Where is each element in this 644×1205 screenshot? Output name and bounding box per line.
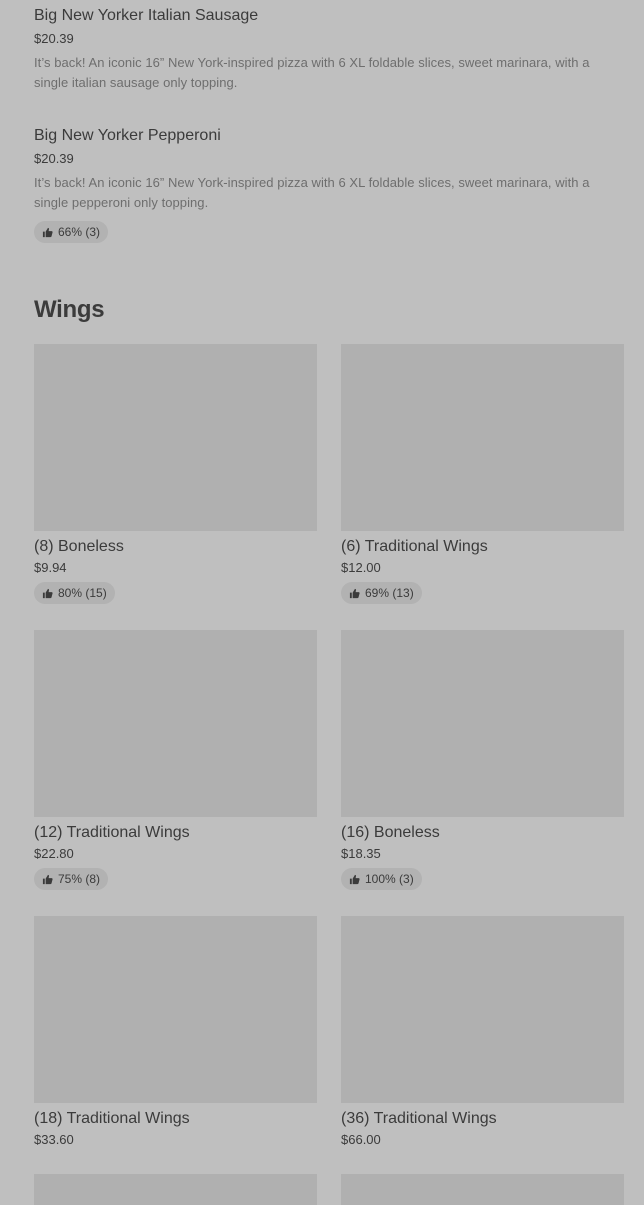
- rating-text: 80% (15): [58, 586, 107, 600]
- menu-card[interactable]: (12) Traditional Wings $22.80 75% (8): [34, 630, 317, 890]
- item-image: [341, 1174, 624, 1205]
- menu-card[interactable]: (16) Boneless $18.35 100% (3): [341, 630, 624, 890]
- rating-text: 69% (13): [365, 586, 414, 600]
- rating-badge: 75% (8): [34, 868, 109, 890]
- item-image: [341, 916, 624, 1103]
- menu-card[interactable]: (8) Boneless $9.94 80% (15): [34, 344, 317, 604]
- rating-text: 66% (3): [58, 225, 101, 239]
- item-name: (16) Boneless: [341, 824, 440, 841]
- menu-card[interactable]: (18) Traditional Wings $33.60: [34, 916, 317, 1148]
- menu-item[interactable]: Big New Yorker Italian Sausage $20.39 It…: [34, 6, 614, 93]
- item-name: (18) Traditional Wings: [34, 1110, 190, 1127]
- thumbs-up-icon: [42, 227, 53, 237]
- rating-badge: 69% (13): [341, 582, 422, 604]
- item-image: [34, 916, 317, 1103]
- rating-text: 100% (3): [365, 872, 414, 886]
- item-price: $9.94: [34, 560, 67, 575]
- thumbs-up-icon: [349, 874, 360, 884]
- menu-card[interactable]: (36) Traditional Wings $66.00: [341, 916, 624, 1148]
- item-price: $18.35: [341, 846, 381, 861]
- item-image: [34, 1174, 317, 1205]
- thumbs-up-icon: [349, 588, 360, 598]
- section-title: Wings: [34, 296, 105, 323]
- menu-card[interactable]: (6) Traditional Wings $12.00 69% (13): [341, 344, 624, 604]
- item-price: $20.39: [34, 151, 74, 166]
- item-price: $66.00: [341, 1132, 381, 1147]
- item-name: Big New Yorker Italian Sausage: [34, 7, 259, 24]
- item-image: [341, 630, 624, 817]
- rating-badge: 66% (3): [34, 221, 109, 243]
- menu-card[interactable]: [341, 1174, 624, 1205]
- menu-item[interactable]: Big New Yorker Pepperoni $20.39 It’s bac…: [34, 126, 614, 243]
- item-name: (36) Traditional Wings: [341, 1110, 497, 1127]
- menu-card[interactable]: [34, 1174, 317, 1205]
- item-name: Big New Yorker Pepperoni: [34, 127, 221, 144]
- menu-page: Big New Yorker Italian Sausage $20.39 It…: [0, 0, 644, 1205]
- rating-badge: 80% (15): [34, 582, 115, 604]
- item-name: (12) Traditional Wings: [34, 824, 190, 841]
- item-description: It’s back! An iconic 16” New York-inspir…: [34, 55, 590, 90]
- item-name: (6) Traditional Wings: [341, 538, 488, 555]
- item-price: $20.39: [34, 31, 74, 46]
- item-image: [34, 344, 317, 531]
- rating-badge: 100% (3): [341, 868, 422, 890]
- rating-text: 75% (8): [58, 872, 101, 886]
- item-image: [341, 344, 624, 531]
- item-price: $12.00: [341, 560, 381, 575]
- thumbs-up-icon: [42, 874, 53, 884]
- thumbs-up-icon: [42, 588, 53, 598]
- item-image: [34, 630, 317, 817]
- item-price: $22.80: [34, 846, 74, 861]
- item-name: (8) Boneless: [34, 538, 124, 555]
- item-description: It’s back! An iconic 16” New York-inspir…: [34, 175, 590, 210]
- item-price: $33.60: [34, 1132, 74, 1147]
